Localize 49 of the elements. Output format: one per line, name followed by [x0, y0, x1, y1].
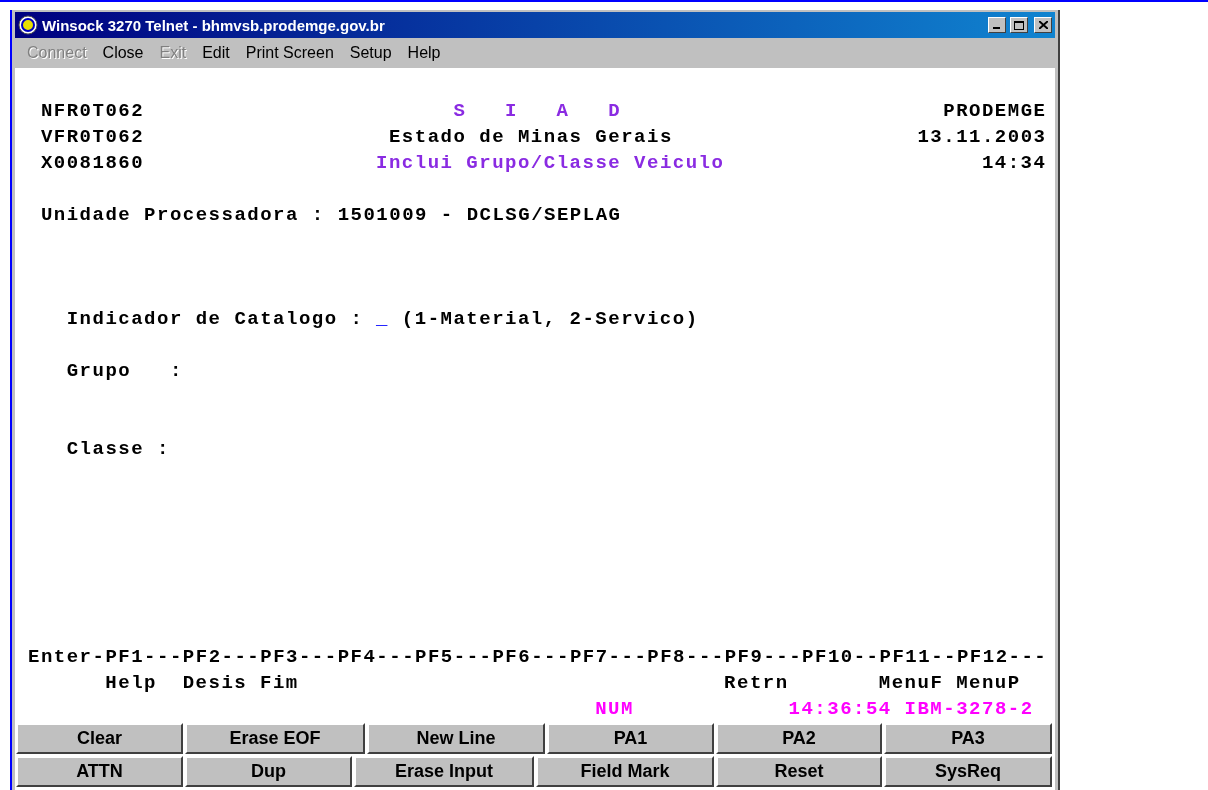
key-button[interactable]: Dup: [185, 756, 352, 787]
program-id: X0081860: [40, 153, 145, 173]
program-id: NFR0T062: [40, 101, 145, 121]
unit-line: Unidade Processadora : 1501009 - DCLSG/SEPLAG: [40, 205, 622, 225]
key-button[interactable]: PA3: [884, 723, 1052, 754]
function-key-label: Help: [105, 673, 157, 693]
key-button[interactable]: Field Mark: [536, 756, 714, 787]
screen-heading: S I A D: [453, 101, 622, 121]
header-info: PRODEMGE: [943, 101, 1047, 121]
terminal-type: IBM-3278-2: [904, 699, 1034, 719]
close-icon: [1038, 21, 1048, 29]
minimize-button[interactable]: [988, 17, 1006, 33]
maximize-button[interactable]: [1010, 17, 1028, 33]
menu-item[interactable]: Close: [94, 44, 152, 62]
header-info: 13.11.2003: [917, 127, 1047, 147]
screen-heading: Inclui Grupo/Classe Veiculo: [376, 153, 725, 173]
field-label: Indicador de Catalogo :: [66, 309, 364, 329]
window-title: Winsock 3270 Telnet - bhmvsb.prodemge.gov.br: [42, 16, 386, 34]
key-button[interactable]: Erase Input: [354, 756, 534, 787]
menu-item[interactable]: Edit: [194, 44, 238, 62]
field-hint: (1-Material, 2-Servico): [401, 309, 699, 329]
function-key-label: MenuF: [878, 673, 944, 693]
function-key-label: Desis: [182, 673, 248, 693]
status-clock: 14:36:54: [788, 699, 892, 719]
key-button[interactable]: Reset: [716, 756, 882, 787]
function-key-label: MenuP: [956, 673, 1021, 693]
key-button[interactable]: ATTN: [16, 756, 183, 787]
key-button[interactable]: PA1: [547, 723, 714, 754]
function-key-label: Retrn: [724, 673, 789, 693]
function-key-label: Fim: [260, 673, 299, 693]
field-label: Grupo :: [66, 361, 183, 381]
key-button[interactable]: Erase EOF: [185, 723, 365, 754]
header-info: 14:34: [981, 153, 1047, 173]
field-label: Classe :: [66, 439, 170, 459]
app-icon: [18, 15, 38, 35]
key-button[interactable]: New Line: [367, 723, 545, 754]
program-id: VFR0T062: [40, 127, 145, 147]
menu-item[interactable]: Help: [399, 44, 449, 62]
key-button[interactable]: SysReq: [884, 756, 1052, 787]
menu-item[interactable]: Print Screen: [237, 44, 342, 62]
menu-item[interactable]: Setup: [341, 44, 400, 62]
num-lock-indicator: NUM: [595, 699, 634, 719]
close-button[interactable]: [1034, 17, 1052, 33]
maximize-icon: [1014, 20, 1024, 30]
key-button[interactable]: PA2: [716, 723, 882, 754]
input-field[interactable]: _: [376, 309, 389, 329]
function-key-line: Enter-PF1---PF2---PF3---PF4---PF5---PF6---PF7---PF8---PF9---PF10--PF11--PF12---: [28, 647, 1048, 667]
key-button[interactable]: Clear: [16, 723, 183, 754]
screen-heading: Estado de Minas Gerais: [388, 127, 673, 147]
